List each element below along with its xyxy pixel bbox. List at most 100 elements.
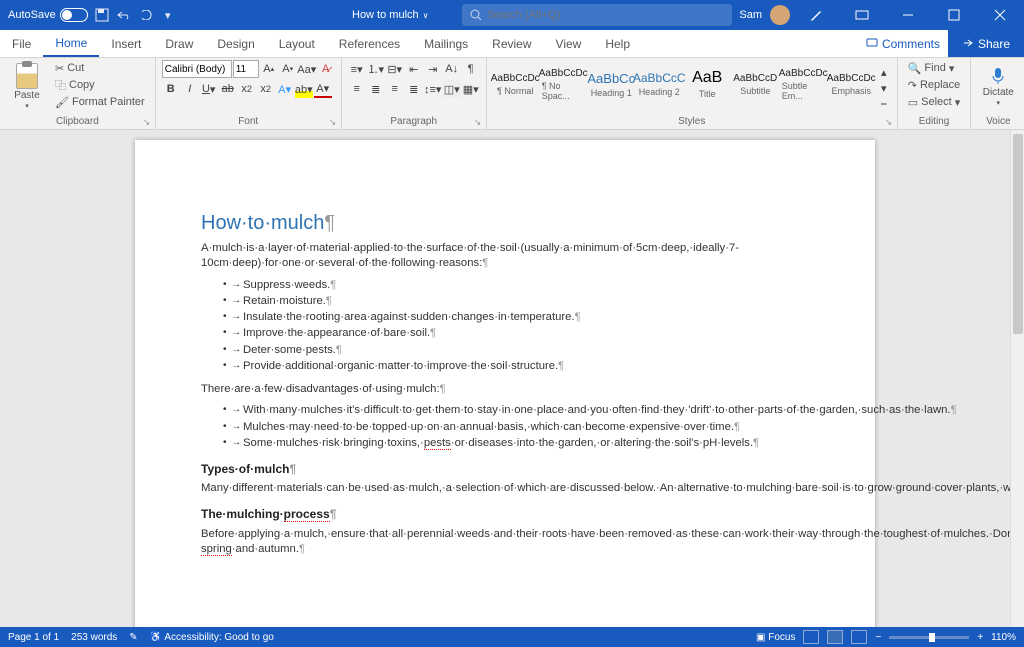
- multilevel-button[interactable]: ⊟▾: [386, 60, 404, 78]
- font-launcher[interactable]: ↘: [329, 117, 339, 127]
- clipboard-launcher[interactable]: ↘: [143, 117, 153, 127]
- increase-indent-button[interactable]: ⇥: [424, 60, 442, 78]
- page[interactable]: How·to·mulch¶ A·mulch·is·a·layer·of·mate…: [135, 140, 875, 627]
- tab-references[interactable]: References: [327, 30, 412, 57]
- tab-mailings[interactable]: Mailings: [412, 30, 480, 57]
- redo-button[interactable]: [138, 7, 154, 23]
- tab-insert[interactable]: Insert: [99, 30, 153, 57]
- sort-button[interactable]: A↓: [443, 60, 461, 78]
- superscript-button[interactable]: x2: [257, 80, 275, 98]
- align-left-button[interactable]: ≡: [348, 80, 366, 98]
- document-title[interactable]: How to mulch ∨: [352, 9, 429, 21]
- share-button[interactable]: Share: [948, 30, 1024, 57]
- copy-button[interactable]: ⿻Copy: [51, 77, 149, 93]
- word-count[interactable]: 253 words: [71, 632, 117, 643]
- read-mode-button[interactable]: [803, 630, 819, 644]
- clear-format-button[interactable]: A̷: [317, 60, 335, 78]
- maximize-button[interactable]: [932, 1, 976, 29]
- style-subtitle[interactable]: AaBbCcDSubtitle: [733, 60, 778, 108]
- justify-button[interactable]: ≣: [405, 80, 423, 98]
- tab-home[interactable]: Home: [43, 30, 99, 57]
- autosave-toggle[interactable]: AutoSave: [8, 8, 88, 22]
- zoom-out-button[interactable]: −: [875, 632, 881, 643]
- search-box[interactable]: [462, 4, 732, 26]
- line-spacing-button[interactable]: ↕≡▾: [424, 80, 442, 98]
- user-name: Sam: [739, 9, 762, 21]
- vertical-scrollbar[interactable]: [1010, 130, 1024, 627]
- ribbon-display-button[interactable]: [840, 1, 884, 29]
- font-color-button[interactable]: A▾: [314, 80, 332, 98]
- style--no-spac-[interactable]: AaBbCcDc¶ No Spac...: [541, 60, 586, 108]
- bullets-button[interactable]: ≡▾: [348, 60, 366, 78]
- style-emphasis[interactable]: AaBbCcDcEmphasis: [829, 60, 874, 108]
- tab-file[interactable]: File: [0, 30, 43, 57]
- zoom-level[interactable]: 110%: [991, 632, 1016, 643]
- pen-mode-button[interactable]: [794, 1, 838, 29]
- align-center-button[interactable]: ≣: [367, 80, 385, 98]
- style-heading-2[interactable]: AaBbCcCHeading 2: [637, 60, 682, 108]
- tab-help[interactable]: Help: [593, 30, 642, 57]
- strikethrough-button[interactable]: ab: [219, 80, 237, 98]
- find-button[interactable]: 🔍Find ▾: [904, 60, 965, 76]
- comments-button[interactable]: Comments: [858, 30, 948, 57]
- numbering-button[interactable]: ⒈▾: [367, 60, 385, 78]
- cut-button[interactable]: ✂Cut: [51, 60, 149, 76]
- tab-review[interactable]: Review: [480, 30, 543, 57]
- list-item: Improve·the·appearance·of·bare·soil.¶: [223, 326, 809, 341]
- tab-layout[interactable]: Layout: [267, 30, 327, 57]
- bold-button[interactable]: B: [162, 80, 180, 98]
- format-painter-button[interactable]: 🖌Format Painter: [51, 94, 149, 110]
- page-indicator[interactable]: Page 1 of 1: [8, 632, 59, 643]
- grow-font-button[interactable]: A▴: [260, 60, 278, 78]
- document-scroll[interactable]: How·to·mulch¶ A·mulch·is·a·layer·of·mate…: [0, 130, 1010, 627]
- user-avatar[interactable]: [770, 5, 790, 25]
- paste-button[interactable]: Paste▾: [6, 60, 48, 112]
- font-size-combo[interactable]: [233, 60, 259, 78]
- search-input[interactable]: [487, 9, 724, 21]
- accessibility-status[interactable]: ♿ Accessibility: Good to go: [150, 632, 274, 643]
- group-label: Voice: [977, 116, 1019, 129]
- paragraph-launcher[interactable]: ↘: [474, 117, 484, 127]
- select-button[interactable]: ▭Select ▾: [904, 94, 965, 110]
- shading-button[interactable]: ◫▾: [443, 80, 461, 98]
- qat-dropdown[interactable]: ▾: [160, 7, 176, 23]
- style-heading-1[interactable]: AaBbCcHeading 1: [589, 60, 634, 108]
- scrollbar-thumb[interactable]: [1013, 134, 1023, 334]
- doc-list: With·many·mulches·it's·difficult·to·get·…: [223, 403, 809, 451]
- text-effects-button[interactable]: A▾: [276, 80, 294, 98]
- borders-button[interactable]: ▦▾: [462, 80, 480, 98]
- subscript-button[interactable]: x2: [238, 80, 256, 98]
- shrink-font-button[interactable]: A▾: [279, 60, 297, 78]
- minimize-button[interactable]: [886, 1, 930, 29]
- font-name-combo[interactable]: [162, 60, 232, 78]
- mic-icon: [990, 66, 1006, 86]
- underline-button[interactable]: U▾: [200, 80, 218, 98]
- style-subtle-em-[interactable]: AaBbCcDcSubtle Em...: [781, 60, 826, 108]
- zoom-in-button[interactable]: +: [977, 632, 983, 643]
- focus-mode-button[interactable]: ▣ Focus: [756, 632, 795, 643]
- italic-button[interactable]: I: [181, 80, 199, 98]
- highlight-button[interactable]: ab▾: [295, 80, 313, 98]
- zoom-slider[interactable]: [889, 636, 969, 639]
- spell-check-icon[interactable]: ✎: [129, 632, 137, 643]
- dictate-button[interactable]: Dictate▾: [977, 60, 1019, 112]
- undo-button[interactable]: [116, 7, 132, 23]
- style-title[interactable]: AaBTitle: [685, 60, 730, 108]
- decrease-indent-button[interactable]: ⇤: [405, 60, 423, 78]
- change-case-button[interactable]: Aa▾: [298, 60, 316, 78]
- styles-launcher[interactable]: ↘: [885, 117, 895, 127]
- document-area: How·to·mulch¶ A·mulch·is·a·layer·of·mate…: [0, 130, 1024, 627]
- web-layout-button[interactable]: [851, 630, 867, 644]
- replace-button[interactable]: ↷Replace: [904, 77, 965, 93]
- print-layout-button[interactable]: [827, 630, 843, 644]
- align-right-button[interactable]: ≡: [386, 80, 404, 98]
- styles-more-button[interactable]: ▴▾⎯: [877, 64, 891, 112]
- tab-draw[interactable]: Draw: [153, 30, 205, 57]
- close-button[interactable]: [978, 1, 1022, 29]
- style--normal[interactable]: AaBbCcDc¶ Normal: [493, 60, 538, 108]
- list-item: Retain·moisture.¶: [223, 294, 809, 309]
- show-marks-button[interactable]: ¶: [462, 60, 480, 78]
- save-button[interactable]: [94, 7, 110, 23]
- tab-view[interactable]: View: [544, 30, 594, 57]
- tab-design[interactable]: Design: [205, 30, 266, 57]
